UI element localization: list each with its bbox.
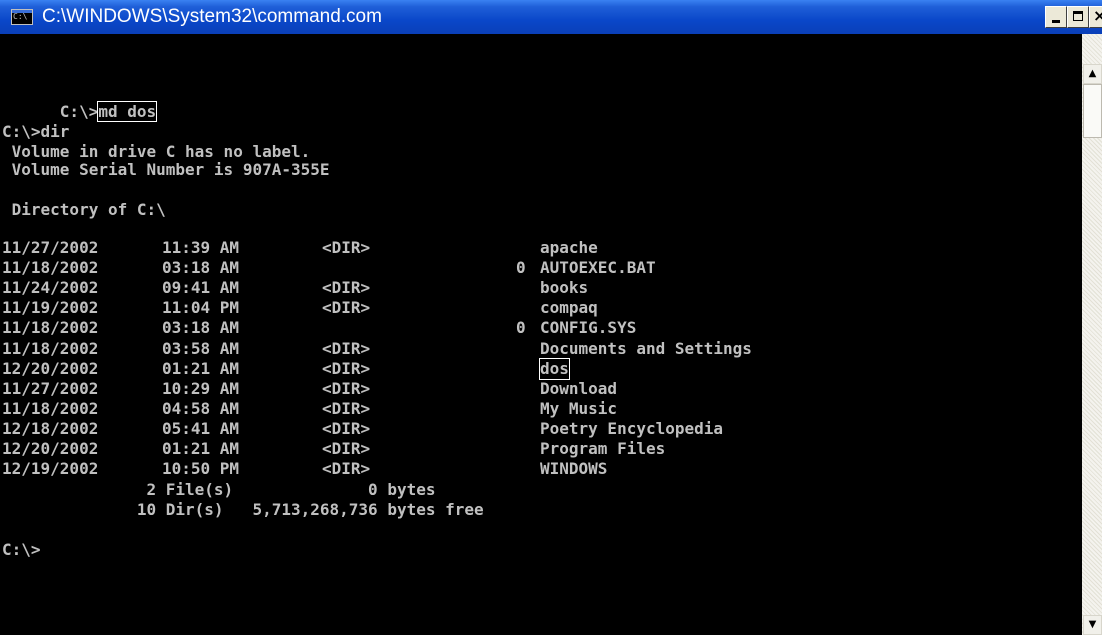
scrollbar-thumb[interactable] bbox=[1083, 84, 1102, 138]
scroll-up-arrow-icon: ▲ bbox=[1088, 68, 1097, 79]
entry-time: 03:18 AM bbox=[162, 258, 240, 278]
volume-label-line: Volume in drive C has no label. bbox=[2, 142, 311, 161]
entry-type: <DIR> bbox=[322, 378, 371, 398]
entry-size: 0 bbox=[516, 258, 526, 278]
scroll-down-arrow-icon: ▼ bbox=[1088, 619, 1097, 630]
summary-dirs-line: 10 Dir(s) 5,713,268,736 bytes free bbox=[2, 500, 484, 519]
entry-time: 11:04 PM bbox=[162, 298, 240, 318]
entry-time: 01:21 AM bbox=[162, 358, 240, 378]
entry-date: 12/20/2002 bbox=[2, 358, 99, 378]
minimize-icon bbox=[1052, 20, 1060, 23]
entry-time: 04:58 AM bbox=[162, 398, 240, 418]
entry-type: <DIR> bbox=[322, 398, 371, 418]
entry-name: Poetry Encyclopedia bbox=[540, 418, 724, 438]
entry-name: Documents and Settings bbox=[540, 338, 752, 358]
prompt: C:\> bbox=[59, 102, 99, 121]
entry-type: <DIR> bbox=[322, 338, 371, 358]
entry-name: AUTOEXEC.BAT bbox=[540, 258, 656, 278]
directory-of-line: Directory of C:\ bbox=[2, 200, 166, 219]
entry-time: 03:58 AM bbox=[162, 338, 240, 358]
close-button[interactable]: × bbox=[1089, 6, 1102, 28]
scroll-down-button[interactable]: ▼ bbox=[1083, 615, 1102, 635]
entry-type: <DIR> bbox=[322, 298, 371, 318]
entry-time: 03:18 AM bbox=[162, 318, 240, 338]
volume-serial-line: Volume Serial Number is 907A-355E bbox=[2, 160, 330, 179]
entry-name: Program Files bbox=[540, 439, 666, 458]
entry-time: 11:39 AM bbox=[162, 238, 240, 257]
console-line-dir: C:\>dir bbox=[2, 122, 70, 141]
entry-name: My Music bbox=[540, 398, 618, 418]
entry-date: 12/20/2002 bbox=[2, 439, 99, 458]
minimize-button[interactable] bbox=[1045, 6, 1067, 28]
entry-time: 05:41 AM bbox=[162, 418, 240, 438]
entry-time: 10:50 PM bbox=[162, 459, 240, 479]
entry-name: CONFIG.SYS bbox=[540, 318, 637, 338]
title-bar[interactable]: C:\ C:\WINDOWS\System32\command.com × bbox=[0, 0, 1102, 34]
entry-type: <DIR> bbox=[322, 358, 371, 378]
entry-name: books bbox=[540, 278, 589, 298]
entry-date: 11/19/2002 bbox=[2, 298, 99, 318]
console-icon[interactable]: C:\ bbox=[11, 9, 33, 25]
scroll-up-button[interactable]: ▲ bbox=[1083, 64, 1102, 84]
entry-size: 0 bbox=[516, 318, 526, 338]
entry-name: compaq bbox=[540, 298, 598, 318]
console-output[interactable]: C:\>md dos C:\>dir Volume in drive C has… bbox=[0, 34, 1082, 635]
entry-type: <DIR> bbox=[322, 459, 371, 479]
entry-date: 12/19/2002 bbox=[2, 459, 99, 479]
entry-date: 11/18/2002 bbox=[2, 318, 99, 338]
entry-date: 11/27/2002 bbox=[2, 238, 99, 257]
maximize-icon bbox=[1073, 11, 1083, 21]
final-prompt-line: C:\> bbox=[2, 540, 41, 559]
console-line-md: C:\>md dos bbox=[2, 82, 158, 122]
entry-name-dos-highlighted: dos bbox=[539, 357, 570, 380]
entry-name: apache bbox=[540, 238, 598, 257]
entry-name: Download bbox=[540, 378, 618, 398]
entry-date: 11/18/2002 bbox=[2, 258, 99, 278]
entry-type: <DIR> bbox=[322, 439, 371, 458]
entry-time: 09:41 AM bbox=[162, 278, 240, 298]
entry-type: <DIR> bbox=[322, 238, 371, 257]
summary-files-line: 2 File(s) 0 bytes bbox=[2, 480, 436, 499]
entry-date: 11/18/2002 bbox=[2, 398, 99, 418]
entry-date: 11/24/2002 bbox=[2, 278, 99, 298]
entry-date: 12/18/2002 bbox=[2, 418, 99, 438]
maximize-button[interactable] bbox=[1067, 6, 1089, 28]
entry-time: 01:21 AM bbox=[162, 439, 240, 458]
entry-time: 10:29 AM bbox=[162, 378, 240, 398]
window-title: C:\WINDOWS\System32\command.com bbox=[42, 6, 382, 27]
close-icon: × bbox=[1093, 7, 1102, 25]
command-window: C:\ C:\WINDOWS\System32\command.com × C:… bbox=[0, 0, 1102, 635]
entry-type: <DIR> bbox=[322, 418, 371, 438]
entry-date: 11/18/2002 bbox=[2, 338, 99, 358]
command-md-dos: md dos bbox=[97, 101, 158, 122]
entry-date: 11/27/2002 bbox=[2, 378, 99, 398]
entry-type: <DIR> bbox=[322, 278, 371, 298]
entry-name: WINDOWS bbox=[540, 459, 608, 479]
